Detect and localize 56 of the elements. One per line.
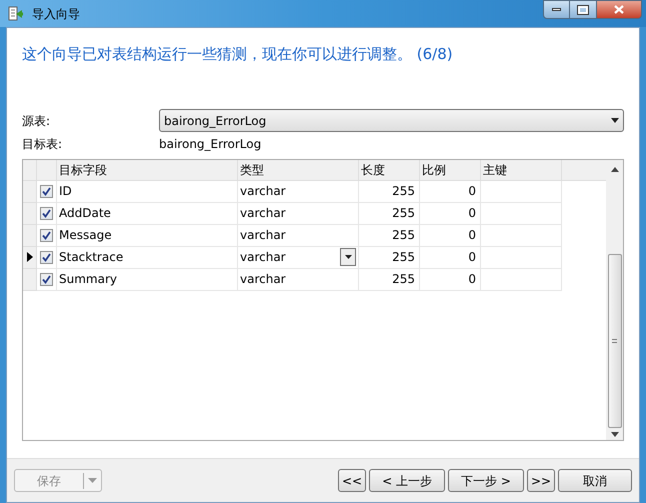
scroll-down-icon: [610, 432, 618, 436]
step-heading: 这个向导已对表结构运行一些猜测，现在你可以进行调整。 (6/8): [22, 44, 454, 65]
checkbox[interactable]: [40, 228, 53, 242]
table-cell: 0: [420, 268, 481, 290]
column-header[interactable]: 主键: [481, 160, 562, 180]
wizard-icon: [8, 6, 24, 22]
wizard-button[interactable]: < 上一步: [369, 469, 445, 492]
table-cell: 255: [359, 202, 420, 224]
table-cell: 255: [359, 246, 420, 268]
column-header[interactable]: 长度: [359, 160, 420, 180]
caret-icon: [88, 478, 97, 483]
row-header[interactable]: [23, 246, 37, 268]
type-dropdown-button[interactable]: [340, 248, 356, 266]
table-cell: 255: [359, 180, 420, 202]
source-table-label: 源表:: [22, 112, 52, 130]
maximize-button[interactable]: [570, 0, 596, 19]
table-cell: 0: [420, 180, 481, 202]
wizard-button[interactable]: 取消: [558, 469, 632, 492]
table-cell: 255: [359, 224, 420, 246]
table-cell: AddDate: [57, 202, 238, 224]
wizard-button[interactable]: >>: [527, 469, 555, 492]
caret-icon: [344, 255, 352, 259]
checkbox[interactable]: [40, 184, 53, 198]
scroll-thumb[interactable]: [608, 254, 622, 428]
column-header[interactable]: 类型: [238, 160, 359, 180]
window-title: 导入向导: [32, 6, 80, 22]
table-cell: varchar: [238, 268, 359, 290]
column-header[interactable]: 比例: [420, 160, 481, 180]
table-cell: varchar: [238, 224, 359, 246]
table-cell: ID: [57, 180, 238, 202]
close-icon: [614, 5, 624, 14]
checkbox[interactable]: [40, 206, 53, 220]
table-cell: varchar: [238, 246, 359, 268]
table-cell: varchar: [238, 202, 359, 224]
table-cell: Stacktrace: [57, 246, 238, 268]
minimize-button[interactable]: [543, 0, 570, 19]
scrollbar[interactable]: [606, 160, 623, 440]
table-cell: Summary: [57, 268, 238, 290]
target-table-label: 目标表:: [22, 136, 64, 152]
table-cell: 0: [420, 246, 481, 268]
scroll-up-icon: [610, 166, 618, 172]
checkbox[interactable]: [40, 250, 53, 264]
table-cell: 255: [359, 268, 420, 290]
column-header[interactable]: 目标字段: [57, 160, 238, 180]
wizard-button[interactable]: <<: [338, 469, 366, 492]
table-cell: varchar: [238, 180, 359, 202]
table-cell: Message: [57, 224, 238, 246]
table-cell: 0: [420, 224, 481, 246]
caret-icon: [611, 118, 619, 123]
checkbox[interactable]: [40, 272, 53, 286]
current-row-icon: [26, 252, 32, 262]
table-cell: 0: [420, 202, 481, 224]
wizard-button[interactable]: 下一步 >: [448, 469, 524, 492]
source-table-dropdown[interactable]: bairong_ErrorLog: [159, 109, 624, 132]
target-table-name: bairong_ErrorLog: [159, 136, 262, 152]
close-button[interactable]: [596, 0, 642, 19]
